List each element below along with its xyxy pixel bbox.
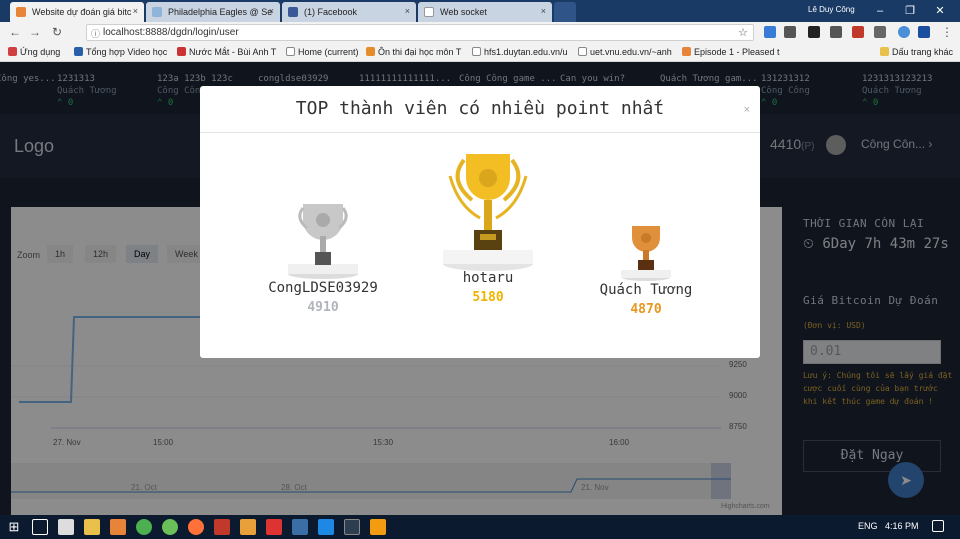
rank-points: 4870 — [630, 302, 662, 317]
file-explorer-icon[interactable] — [84, 519, 100, 535]
notifications-icon[interactable] — [932, 520, 944, 532]
tab-websocket[interactable]: Web socket × — [418, 2, 552, 22]
url-text: localhost:8888/dgdn/login/user — [103, 27, 239, 38]
app-icon[interactable] — [318, 519, 334, 535]
browser-tab-strip: Website dự đoán giá bitc × Philadelphia … — [0, 0, 960, 22]
windows-taskbar: ⊞ ENG 4:16 PM — [0, 515, 960, 539]
app-icon[interactable] — [344, 519, 360, 535]
chrome-icon[interactable] — [136, 519, 152, 535]
close-icon[interactable]: × — [133, 6, 138, 16]
gold-trophy-icon — [443, 154, 533, 271]
extension-icon[interactable] — [808, 26, 820, 38]
bookmarks-bar: Ứng dụng Tổng hợp Video học Nước Mắt - B… — [0, 43, 960, 62]
close-icon[interactable]: × — [541, 6, 546, 16]
extension-icon[interactable] — [898, 26, 910, 38]
extension-icon[interactable] — [874, 26, 886, 38]
app-icon[interactable] — [214, 519, 230, 535]
firefox-icon[interactable] — [188, 519, 204, 535]
bookmark-item[interactable]: Home (current) — [286, 47, 359, 57]
tab-facebook[interactable]: (1) Facebook × — [282, 2, 416, 22]
extension-icon[interactable] — [918, 26, 930, 38]
mail-icon[interactable] — [58, 519, 74, 535]
leaderboard-modal: TOP thành viên có nhiều point nhất × Con… — [200, 86, 760, 358]
close-icon[interactable]: × — [269, 6, 274, 16]
minimize-icon[interactable]: – — [866, 2, 894, 20]
forward-icon[interactable]: → — [28, 25, 42, 39]
address-bar[interactable]: ⓘ localhost:8888/dgdn/login/user ☆ — [86, 24, 754, 41]
close-icon[interactable]: × — [744, 104, 750, 116]
task-view-icon[interactable] — [32, 519, 48, 535]
taskbar-clock[interactable]: 4:16 PM — [885, 521, 919, 531]
modal-divider — [200, 132, 760, 133]
bookmark-favicon-icon — [472, 47, 481, 56]
close-icon[interactable]: × — [405, 6, 410, 16]
back-icon[interactable]: ← — [8, 25, 22, 39]
tab-bitcoin[interactable]: Website dự đoán giá bitc × — [10, 2, 144, 22]
bookmark-item[interactable]: hfs1.duytan.edu.vn/u — [472, 47, 568, 57]
bookmark-favicon-icon — [682, 47, 691, 56]
bookmark-item[interactable]: Episode 1 - Pleased t — [682, 47, 780, 57]
bookmark-favicon-icon — [74, 47, 83, 56]
bookmark-item[interactable]: Tổng hợp Video học — [74, 47, 167, 57]
site-favicon-icon — [16, 7, 26, 17]
app-icon[interactable] — [292, 519, 308, 535]
bookmark-star-icon[interactable]: ☆ — [738, 26, 748, 39]
menu-icon[interactable]: ⋮ — [940, 25, 954, 39]
windows-start-icon[interactable]: ⊞ — [6, 519, 22, 535]
new-tab-button[interactable] — [554, 2, 576, 22]
rank-points: 4910 — [307, 300, 339, 315]
app-icon[interactable] — [162, 519, 178, 535]
rank-third: Quách Tương 4870 — [584, 282, 708, 317]
rank-second: CongLDSE03929 4910 — [260, 280, 386, 315]
bookmark-item[interactable]: uet.vnu.edu.vn/~anh — [578, 47, 672, 57]
silver-trophy-icon — [288, 204, 358, 279]
rank-points: 5180 — [472, 290, 504, 305]
bookmark-item[interactable]: Ứng dụng — [8, 47, 60, 57]
maximize-icon[interactable]: ❐ — [896, 2, 924, 20]
modal-title: TOP thành viên có nhiều point nhất — [295, 98, 665, 119]
tab-label: (1) Facebook — [304, 7, 358, 17]
bronze-trophy-icon — [621, 226, 671, 281]
app-icon[interactable] — [266, 519, 282, 535]
app-icon[interactable] — [110, 519, 126, 535]
extension-icon[interactable] — [764, 26, 776, 38]
close-window-icon[interactable]: ✕ — [926, 2, 954, 20]
bookmark-favicon-icon — [578, 47, 587, 56]
extension-icon[interactable] — [852, 26, 864, 38]
tab-label: Website dự đoán giá bitc — [32, 7, 132, 17]
rank-name: hotaru — [462, 270, 514, 286]
bookmark-favicon-icon — [366, 47, 375, 56]
bookmark-favicon-icon — [286, 47, 295, 56]
bookmark-folder[interactable]: Dấu trang khác — [880, 47, 953, 57]
folder-icon — [880, 47, 889, 56]
page-icon — [424, 7, 434, 17]
apps-icon — [8, 47, 17, 56]
app-icon[interactable] — [240, 519, 256, 535]
reload-icon[interactable]: ↻ — [50, 25, 64, 39]
site-favicon-icon — [152, 7, 162, 17]
rank-name: Quách Tương — [599, 282, 693, 298]
language-indicator[interactable]: ENG — [858, 521, 878, 531]
facebook-icon — [288, 7, 298, 17]
extension-icon[interactable] — [784, 26, 796, 38]
info-icon[interactable]: ⓘ — [91, 27, 100, 40]
rank-first: hotaru 5180 — [430, 270, 546, 305]
tab-label: Philadelphia Eagles @ Se — [168, 7, 273, 17]
tab-label: Web socket — [440, 7, 487, 17]
page-content: Công yes... 1231313 Quách Tương ⌃ 0 123a 1… — [0, 62, 960, 515]
bookmark-item[interactable]: Nước Mắt - Bùi Anh T — [177, 47, 276, 57]
tab-eagles[interactable]: Philadelphia Eagles @ Se × — [146, 2, 280, 22]
window-user-badge[interactable]: Lê Duy Công — [808, 5, 855, 14]
app-icon[interactable] — [370, 519, 386, 535]
bookmark-favicon-icon — [177, 47, 186, 56]
bookmark-item[interactable]: Ôn thi đại học môn T — [366, 47, 461, 57]
rank-name: CongLDSE03929 — [268, 280, 378, 296]
extension-icon[interactable] — [830, 26, 842, 38]
